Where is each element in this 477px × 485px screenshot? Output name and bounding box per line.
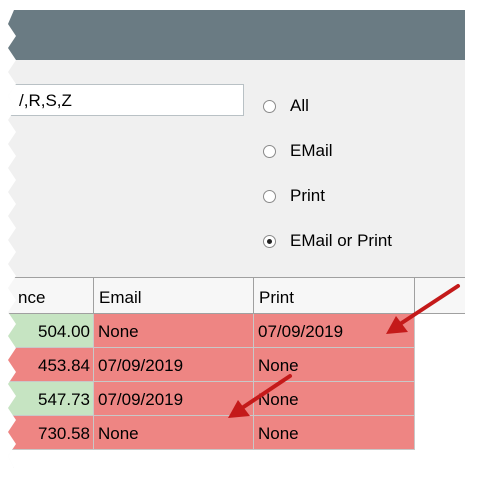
radio-email-or-print-label: EMail or Print: [290, 231, 393, 250]
radio-all-icon[interactable]: [263, 99, 276, 113]
column-header-balance[interactable]: nce: [8, 277, 94, 314]
radio-email-icon[interactable]: [263, 144, 276, 158]
table-row-3-balance[interactable]: 547.73: [8, 382, 94, 416]
table-row-4-print[interactable]: None: [254, 416, 415, 450]
radio-all-label: All: [290, 96, 309, 115]
title-bar: [8, 10, 465, 60]
column-header-balance-label: nce: [18, 288, 46, 307]
table-row-2-print[interactable]: None: [254, 348, 415, 382]
column-header-empty: [415, 277, 465, 314]
column-header-email[interactable]: Email: [94, 277, 254, 314]
radio-email-or-print[interactable]: EMail or Print: [263, 229, 392, 253]
radio-print-icon[interactable]: [263, 189, 276, 203]
radio-print-label: Print: [290, 186, 325, 205]
table-row-1-print[interactable]: 07/09/2019: [254, 314, 415, 348]
report-window: /,R,S,Z All EMail Print EMail or Print n…: [8, 10, 465, 468]
table-row-1-balance[interactable]: 504.00: [8, 314, 94, 348]
column-header-print-label: Print: [259, 288, 294, 307]
table-row-1-email[interactable]: None: [94, 314, 254, 348]
table-row-4-email[interactable]: None: [94, 416, 254, 450]
radio-email[interactable]: EMail: [263, 139, 333, 163]
radio-email-label: EMail: [290, 141, 333, 160]
table-row-2-balance[interactable]: 453.84: [8, 348, 94, 382]
radio-email-or-print-icon[interactable]: [263, 234, 276, 248]
column-header-email-label: Email: [99, 288, 142, 307]
table-row-2-email[interactable]: 07/09/2019: [94, 348, 254, 382]
radio-all[interactable]: All: [263, 94, 309, 118]
table-row-4-balance[interactable]: 730.58: [8, 416, 94, 450]
column-header-print[interactable]: Print: [254, 277, 415, 314]
table-row-3-email[interactable]: 07/09/2019: [94, 382, 254, 416]
radio-print[interactable]: Print: [263, 184, 325, 208]
table-row-3-print[interactable]: None: [254, 382, 415, 416]
filter-input[interactable]: /,R,S,Z: [8, 84, 244, 116]
